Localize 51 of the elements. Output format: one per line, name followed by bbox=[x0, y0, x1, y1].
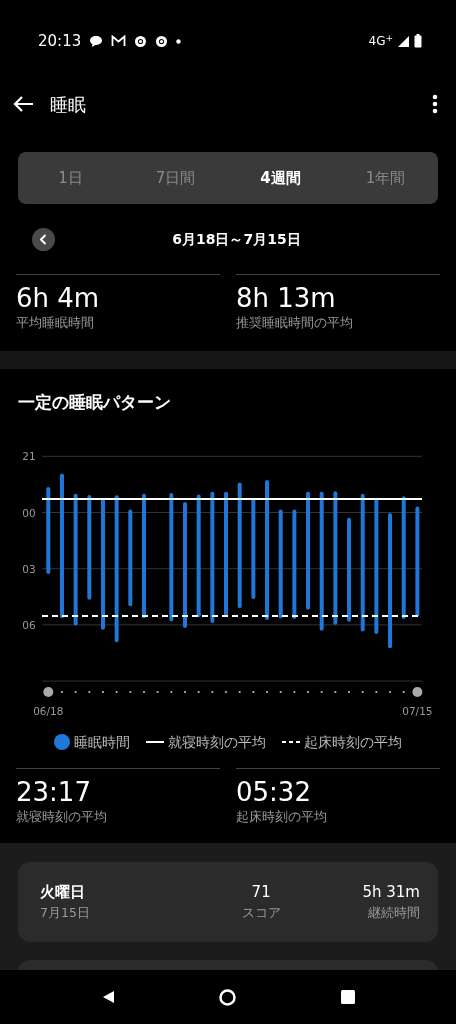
back-arrow-icon[interactable] bbox=[12, 95, 34, 113]
signal-icon bbox=[397, 34, 410, 48]
day-date: 7月15日 bbox=[40, 903, 90, 922]
status-time: 20:13 bbox=[38, 30, 82, 52]
axis-label: 06 bbox=[22, 618, 36, 631]
axis-label: 00 bbox=[22, 506, 36, 519]
axis-label: 03 bbox=[22, 562, 36, 575]
battery-icon bbox=[414, 34, 422, 48]
chevron-left-icon bbox=[40, 233, 47, 245]
network-type: 4G$^{+}$ bbox=[368, 32, 393, 50]
score-value: 71 bbox=[250, 882, 272, 904]
recents-icon[interactable] bbox=[340, 989, 357, 1005]
section-title: 一定の睡眠パターン bbox=[18, 391, 171, 415]
axis-label: 07/15 bbox=[402, 705, 433, 717]
day-card-background[interactable]: 火曜日 7月15日 71 スコア 5h 31m 継続時間 bbox=[18, 862, 438, 942]
chat-bubble-icon bbox=[89, 34, 104, 48]
score-label: スコア bbox=[241, 903, 281, 922]
stat-label: 就寝時刻の平均 bbox=[16, 808, 108, 827]
stat-label: 平均睡眠時間 bbox=[16, 314, 95, 333]
legend-line-icon bbox=[146, 741, 164, 743]
stat-label: 推奨睡眠時間の平均 bbox=[236, 314, 354, 333]
stat-value: 8h 13m bbox=[236, 283, 337, 315]
browser-icon bbox=[134, 34, 148, 48]
dot-icon bbox=[176, 38, 182, 44]
home-icon[interactable] bbox=[219, 988, 237, 1006]
day-name: 火曜日 bbox=[40, 882, 86, 904]
period-tab[interactable]: 7日間 bbox=[123, 152, 228, 204]
stat-value: 05:32 bbox=[236, 777, 312, 809]
legend-label: 起床時刻の平均 bbox=[304, 732, 402, 752]
stat-value: 6h 4m bbox=[16, 283, 101, 315]
date-range: 6月18日～7月15日 bbox=[171, 229, 302, 249]
duration-label: 継続時間 bbox=[367, 903, 420, 922]
axis-label: 06/18 bbox=[33, 705, 64, 717]
period-tab[interactable]: 1日 bbox=[18, 152, 123, 204]
axis-label: 21 bbox=[22, 450, 36, 463]
more-options-icon[interactable] bbox=[432, 94, 438, 114]
browser-icon bbox=[155, 34, 169, 48]
stat-value: 23:17 bbox=[16, 777, 92, 809]
page-title: 睡眠 bbox=[50, 92, 86, 117]
legend-dot-icon bbox=[54, 734, 70, 750]
period-tab[interactable]: 1年間 bbox=[333, 152, 438, 204]
period-tab[interactable]: 4週間 bbox=[228, 152, 333, 204]
mail-icon bbox=[111, 35, 127, 47]
duration-value: 5h 31m bbox=[362, 882, 420, 904]
legend-label: 睡眠時間 bbox=[74, 732, 130, 752]
stat-label: 起床時刻の平均 bbox=[236, 808, 328, 827]
range-handle[interactable] bbox=[43, 687, 54, 697]
legend-label: 就寝時刻の平均 bbox=[168, 732, 266, 752]
legend-dashed-line-icon bbox=[282, 741, 300, 743]
range-handle[interactable] bbox=[412, 687, 423, 697]
previous-period-button[interactable] bbox=[32, 227, 55, 251]
